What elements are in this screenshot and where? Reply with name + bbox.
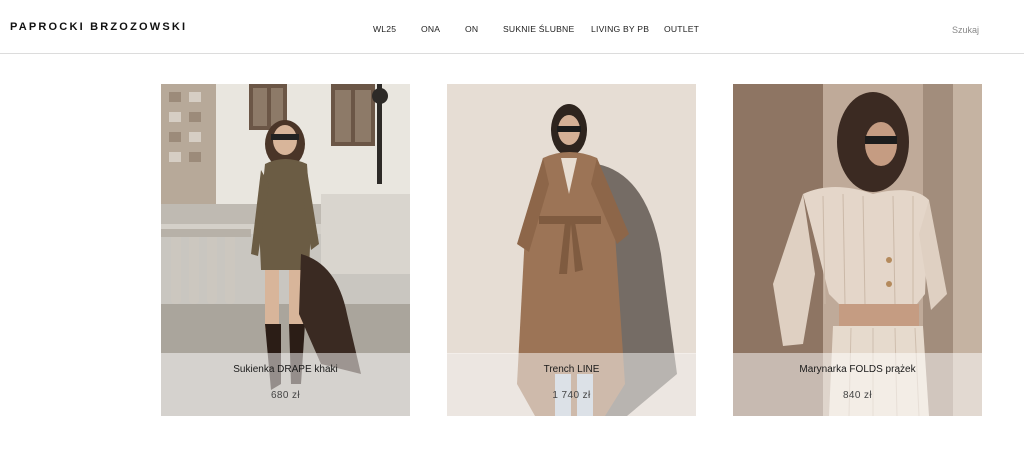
nav-item-wl25[interactable]: WL25: [373, 24, 396, 34]
product-price: 840 zł: [842, 390, 873, 401]
product-price: 1 740 zł: [552, 390, 591, 401]
product-price: 680 zł: [270, 390, 301, 401]
main-navigation: WL25 ONA ON SUKNIE ŚLUBNE LIVING BY PB O…: [0, 24, 1024, 36]
product-card[interactable]: Trench LINE 1 740 zł: [447, 84, 696, 416]
product-card[interactable]: Sukienka DRAPE khaki 680 zł: [161, 84, 410, 416]
nav-item-suknie-slubne[interactable]: SUKNIE ŚLUBNE: [503, 24, 574, 34]
product-name[interactable]: Marynarka FOLDS prążek: [733, 364, 982, 375]
search-link[interactable]: Szukaj: [952, 25, 979, 35]
product-name[interactable]: Trench LINE: [447, 364, 696, 375]
product-name[interactable]: Sukienka DRAPE khaki: [161, 364, 410, 375]
product-caption: Marynarka FOLDS prążek 840 zł: [733, 353, 982, 416]
product-card[interactable]: Marynarka FOLDS prążek 840 zł: [733, 84, 982, 416]
nav-item-on[interactable]: ON: [465, 24, 478, 34]
product-caption: Trench LINE 1 740 zł: [447, 353, 696, 416]
nav-item-ona[interactable]: ONA: [421, 24, 440, 34]
nav-item-living-by-pb[interactable]: LIVING BY PB: [591, 24, 649, 34]
site-header: PAPROCKI BRZOZOWSKI WL25 ONA ON SUKNIE Ś…: [0, 0, 1024, 54]
nav-item-outlet[interactable]: OUTLET: [664, 24, 699, 34]
product-caption: Sukienka DRAPE khaki 680 zł: [161, 353, 410, 416]
